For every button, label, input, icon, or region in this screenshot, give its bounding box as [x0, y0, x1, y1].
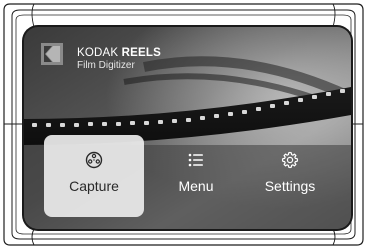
capture-button[interactable]: Capture [44, 135, 144, 217]
settings-label: Settings [264, 178, 316, 194]
kodak-logo [41, 43, 63, 65]
list-icon [188, 153, 203, 167]
capture-label: Capture [69, 178, 119, 194]
menu-label: Menu [178, 178, 214, 194]
menu-button[interactable]: Menu [146, 135, 246, 217]
settings-button[interactable]: Settings [240, 135, 340, 217]
display-screen: KODAK REELS Film Digitizer Capture Menu … [24, 27, 351, 229]
film-reel-icon [85, 151, 103, 169]
brand-kodak: KODAK [77, 47, 119, 59]
gear-icon [281, 151, 299, 169]
brand-name: KODAK REELS [77, 47, 161, 59]
brand-reels: REELS [121, 47, 162, 59]
device: KODAK REELS Film Digitizer Capture Menu … [0, 0, 367, 249]
brand-subtitle: Film Digitizer [77, 60, 135, 71]
